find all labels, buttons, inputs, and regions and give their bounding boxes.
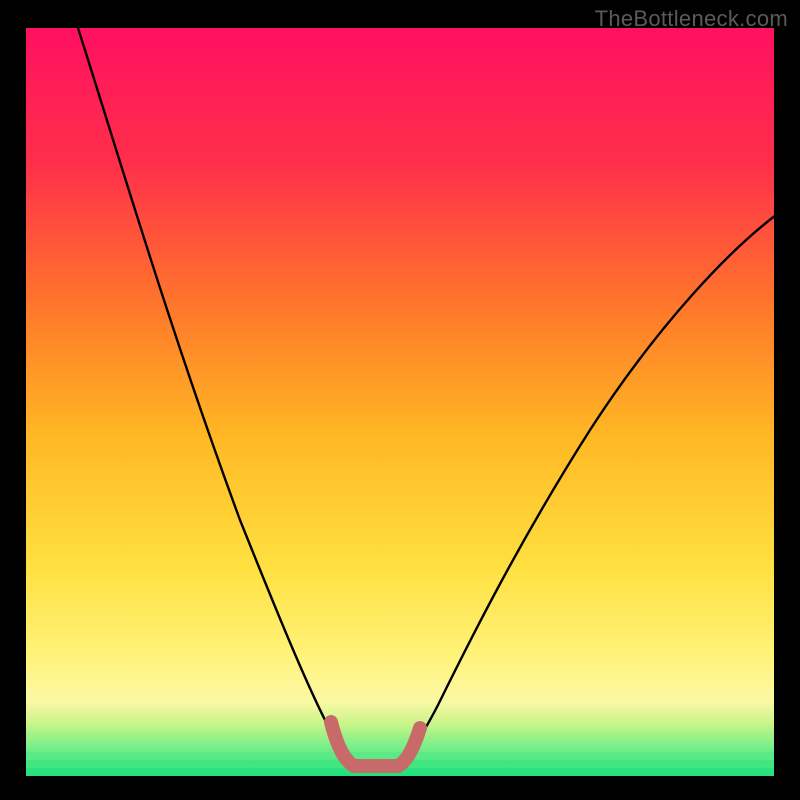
watermark-text: TheBottleneck.com [595,6,788,32]
chart-svg [0,0,800,800]
plot-background [26,28,774,776]
chart-stage: TheBottleneck.com [0,0,800,800]
